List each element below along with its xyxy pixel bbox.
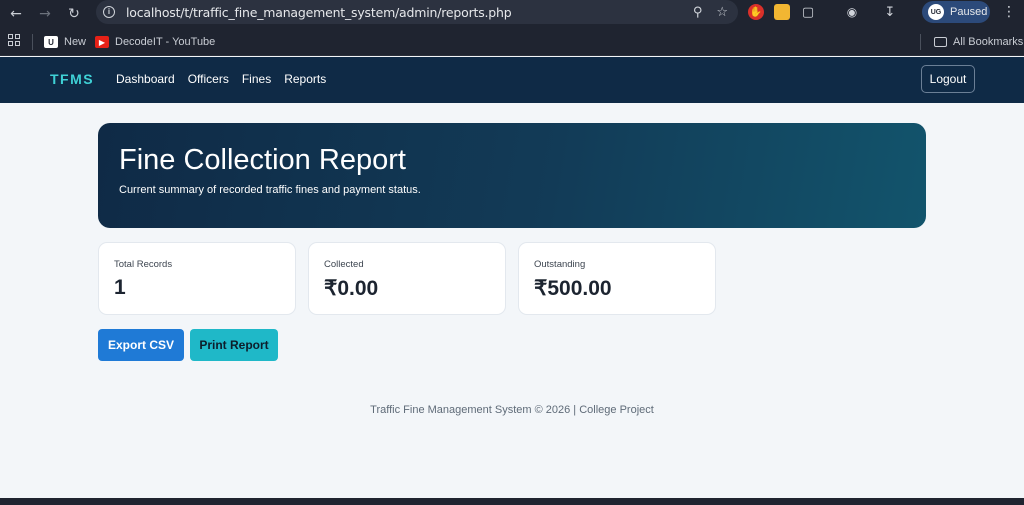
stat-card-outstanding: Outstanding ₹500.00 — [518, 242, 716, 315]
export-csv-button[interactable]: Export CSV — [98, 329, 184, 361]
all-bookmarks-label: All Bookmarks — [953, 36, 1024, 48]
bookmark-label: DecodeIT - YouTube — [115, 36, 216, 48]
all-bookmarks[interactable]: All Bookmarks — [934, 32, 1023, 52]
bookmark-separator — [32, 34, 33, 50]
page-subtitle: Current summary of recorded traffic fine… — [119, 184, 421, 196]
bookmark-favicon: U — [44, 36, 58, 48]
app-navbar: TFMS Dashboard Officers Fines Reports Lo… — [0, 57, 1024, 103]
nav-link-fines[interactable]: Fines — [242, 72, 271, 86]
report-header-banner: Fine Collection Report Current summary o… — [98, 123, 926, 228]
taskbar-edge — [0, 498, 1024, 505]
notes-extension-icon[interactable] — [774, 4, 790, 20]
bookmark-new[interactable]: U New — [44, 32, 86, 52]
url-text[interactable]: localhost/t/traffic_fine_management_syst… — [126, 5, 512, 20]
apps-grid-icon[interactable] — [8, 34, 20, 46]
folder-icon — [934, 37, 947, 47]
print-report-button[interactable]: Print Report — [190, 329, 278, 361]
stat-value: ₹500.00 — [534, 277, 612, 300]
forward-arrow-icon[interactable]: → — [31, 4, 59, 24]
back-arrow-icon[interactable]: ← — [2, 4, 30, 24]
extensions-area: ✋ ▢ ◉ ↧ — [748, 0, 898, 24]
browser-toolbar: ← → ↻ i localhost/t/traffic_fine_managem… — [0, 0, 1024, 28]
adblock-extension-icon[interactable]: ✋ — [748, 4, 764, 20]
profile-status: Paused — [950, 6, 988, 18]
bookmark-separator — [920, 34, 921, 50]
nav-link-officers[interactable]: Officers — [188, 72, 229, 86]
profile-button[interactable]: UG Paused — [922, 1, 990, 23]
stat-label: Outstanding — [534, 259, 586, 270]
zoom-icon[interactable]: ⚲ — [693, 5, 703, 20]
page-title: Fine Collection Report — [119, 144, 406, 176]
stat-label: Total Records — [114, 259, 173, 270]
stat-value: ₹0.00 — [324, 277, 379, 300]
nav-link-reports[interactable]: Reports — [284, 72, 326, 86]
stat-card-total-records: Total Records 1 — [98, 242, 296, 315]
bookmark-star-icon[interactable]: ☆ — [716, 5, 728, 20]
youtube-icon: ▶ — [95, 36, 109, 48]
logout-button[interactable]: Logout — [921, 65, 975, 93]
stat-label: Collected — [324, 259, 364, 270]
download-icon[interactable]: ↧ — [882, 4, 898, 20]
site-info-icon[interactable]: i — [96, 0, 122, 24]
reload-icon[interactable]: ↻ — [60, 4, 88, 24]
brand-logo[interactable]: TFMS — [50, 71, 94, 87]
browser-menu-icon[interactable]: ⋮ — [1002, 0, 1016, 24]
nav-links: Dashboard Officers Fines Reports — [116, 72, 326, 86]
bookmark-youtube[interactable]: ▶ DecodeIT - YouTube — [95, 32, 215, 52]
stat-value: 1 — [114, 276, 126, 299]
extensions-puzzle-icon[interactable]: ▢ — [800, 4, 816, 20]
incognito-icon[interactable]: ◉ — [844, 4, 860, 20]
page-footer: Traffic Fine Management System © 2026 | … — [370, 404, 654, 416]
nav-link-dashboard[interactable]: Dashboard — [116, 72, 175, 86]
bookmark-label: New — [64, 36, 87, 48]
stat-card-collected: Collected ₹0.00 — [308, 242, 506, 315]
avatar: UG — [928, 4, 944, 20]
address-bar[interactable]: i localhost/t/traffic_fine_management_sy… — [96, 0, 738, 24]
bookmarks-bar: U New ▶ DecodeIT - YouTube All Bookmarks — [0, 28, 1024, 56]
